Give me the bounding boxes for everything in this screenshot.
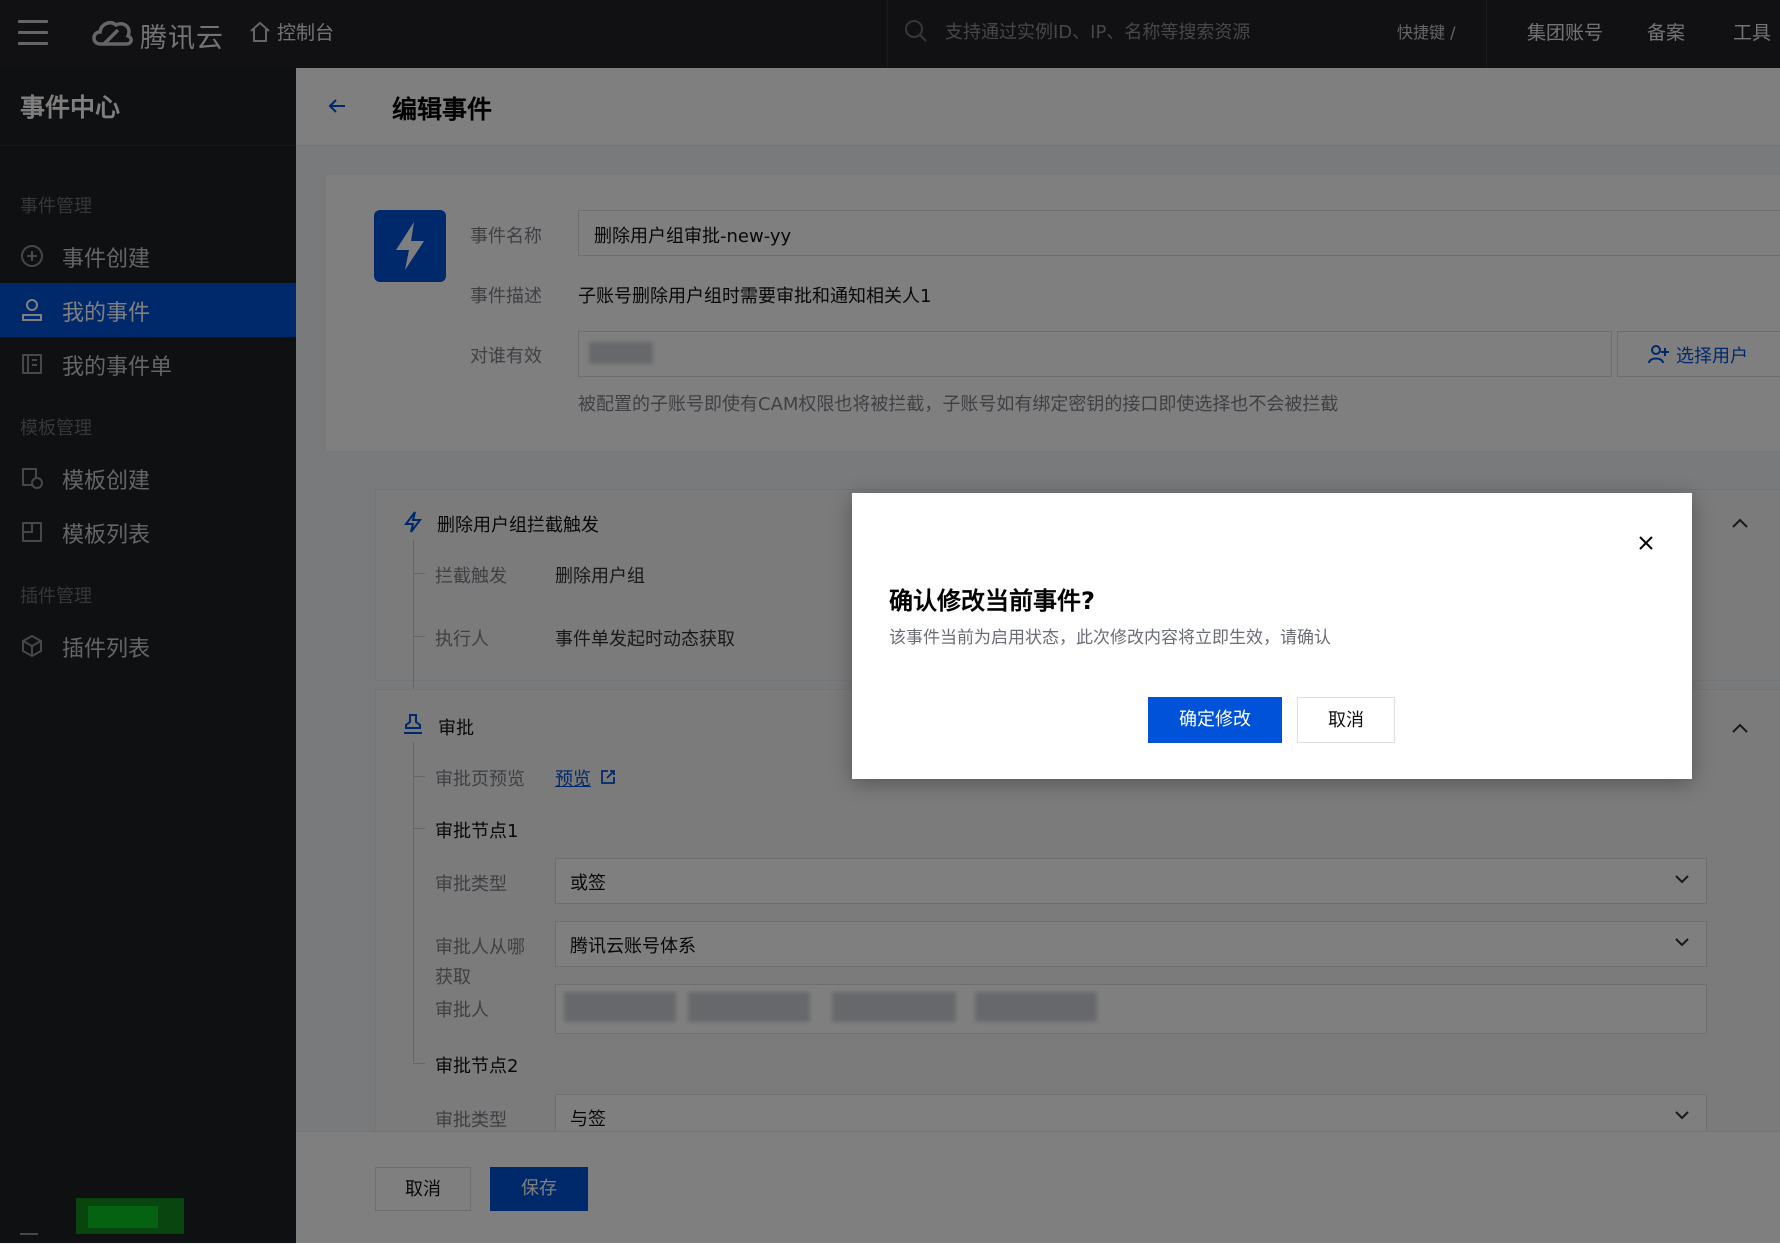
dialog-title: 确认修改当前事件? (889, 587, 1095, 615)
confirm-modify-button[interactable]: 确定修改 (1148, 697, 1282, 743)
dialog-cancel-button[interactable]: 取消 (1297, 697, 1395, 743)
dialog-description: 该事件当前为启用状态，此次修改内容将立即生效，请确认 (889, 628, 1331, 648)
confirm-dialog: 确认修改当前事件? 该事件当前为启用状态，此次修改内容将立即生效，请确认 确定修… (852, 493, 1692, 779)
close-icon[interactable] (1638, 535, 1654, 551)
